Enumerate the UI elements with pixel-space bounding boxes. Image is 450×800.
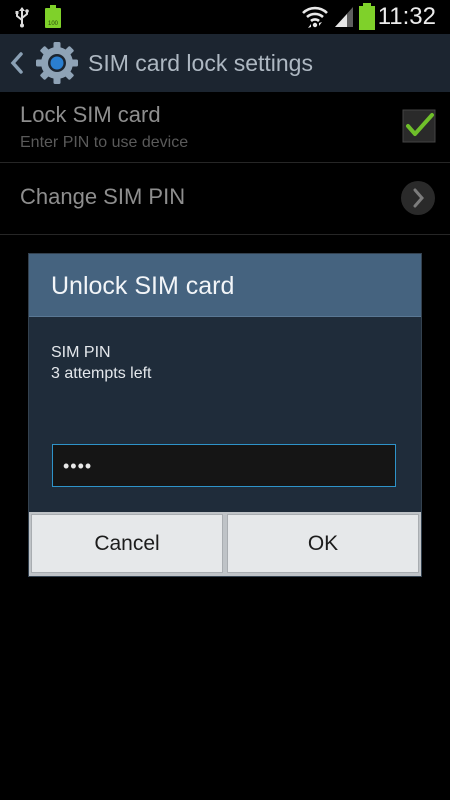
screen: 100 11:32 SIM card lock settings Lock SI… [0, 0, 450, 800]
dialog-header: Unlock SIM card [29, 254, 421, 317]
settings-list: Lock SIM card Enter PIN to use device Ch… [0, 92, 450, 235]
pin-input-value: •••• [63, 456, 93, 476]
chevron-right-icon [401, 181, 435, 215]
pin-input[interactable]: •••• [52, 444, 396, 487]
dialog-button-bar: Cancel OK [29, 512, 421, 576]
status-bar: 100 11:32 [0, 0, 450, 34]
ok-button[interactable]: OK [227, 514, 419, 573]
back-icon[interactable] [10, 51, 24, 75]
change-sim-pin-item[interactable]: Change SIM PIN [0, 163, 450, 235]
page-title: SIM card lock settings [88, 50, 313, 76]
battery-icon [359, 3, 375, 30]
dialog-message: SIM PIN 3 attempts left [51, 342, 152, 384]
lock-sim-card-title: Lock SIM card [20, 102, 161, 127]
battery-full-icon: 100 [45, 5, 61, 28]
lock-sim-card-summary: Enter PIN to use device [20, 134, 189, 151]
change-sim-pin-title: Change SIM PIN [20, 184, 186, 209]
wifi-icon [302, 6, 328, 28]
svg-text:100: 100 [48, 21, 59, 27]
unlock-sim-dialog: Unlock SIM card SIM PIN 3 attempts left … [29, 254, 421, 576]
status-clock: 11:32 [377, 3, 436, 30]
cancel-button[interactable]: Cancel [31, 514, 223, 573]
lock-sim-card-item[interactable]: Lock SIM card Enter PIN to use device [0, 92, 450, 163]
attempts-left-text: 3 attempts left [51, 365, 152, 382]
lock-sim-card-checkbox[interactable] [402, 109, 436, 143]
settings-gear-icon[interactable] [35, 41, 79, 85]
signal-icon [335, 7, 353, 27]
dialog-title: Unlock SIM card [51, 272, 235, 300]
usb-icon [15, 7, 29, 28]
action-bar: SIM card lock settings [0, 34, 450, 92]
sim-pin-label: SIM PIN [51, 344, 111, 361]
